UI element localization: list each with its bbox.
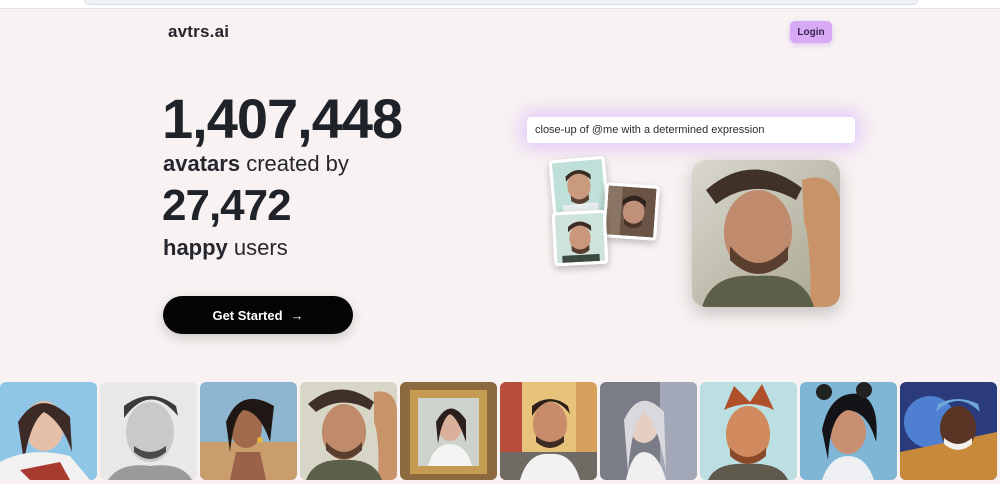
gallery-avatar-man-city-street[interactable]: [500, 382, 597, 480]
result-avatar-image: [692, 160, 840, 307]
input-photo-2: [602, 182, 660, 241]
login-button[interactable]: Login: [790, 21, 832, 43]
gallery-avatar-man-pencil-sketch[interactable]: [100, 382, 197, 480]
gallery-avatar-woman-silver-hair[interactable]: [600, 382, 697, 480]
users-count: 27,472: [162, 181, 292, 230]
gallery-avatar-man-colorful-art[interactable]: [900, 382, 997, 480]
gallery-avatar-girl-anime[interactable]: [800, 382, 897, 480]
browser-top-bar: [0, 0, 1000, 9]
avatars-count: 1,407,448: [162, 87, 403, 150]
get-started-label: Get Started: [212, 307, 283, 323]
gallery-avatar-woman-desert[interactable]: [200, 382, 297, 480]
input-photo-3: [551, 209, 609, 267]
browser-address-bar[interactable]: [84, 0, 918, 5]
gallery-avatar-man-comic-style[interactable]: [700, 382, 797, 480]
avatars-caption-rest: created by: [240, 151, 349, 176]
avatars-caption-bold: avatars: [163, 151, 241, 176]
gallery-avatar-man-hat-camel[interactable]: [300, 382, 397, 480]
site-logo[interactable]: avtrs.ai: [168, 22, 229, 42]
gallery-avatar-woman-fur-coat[interactable]: [0, 382, 97, 480]
gallery-avatar-woman-framed-portrait[interactable]: [400, 382, 497, 480]
get-started-button[interactable]: Get Started →: [163, 296, 353, 334]
prompt-display: close-up of @me with a determined expres…: [527, 117, 855, 143]
users-caption-rest: users: [227, 235, 288, 260]
avatar-gallery: [0, 382, 1000, 480]
users-caption-bold: happy: [163, 235, 228, 260]
users-caption: happy users: [163, 235, 288, 261]
avatars-caption: avatars created by: [163, 151, 349, 177]
arrow-right-icon: →: [290, 307, 304, 323]
